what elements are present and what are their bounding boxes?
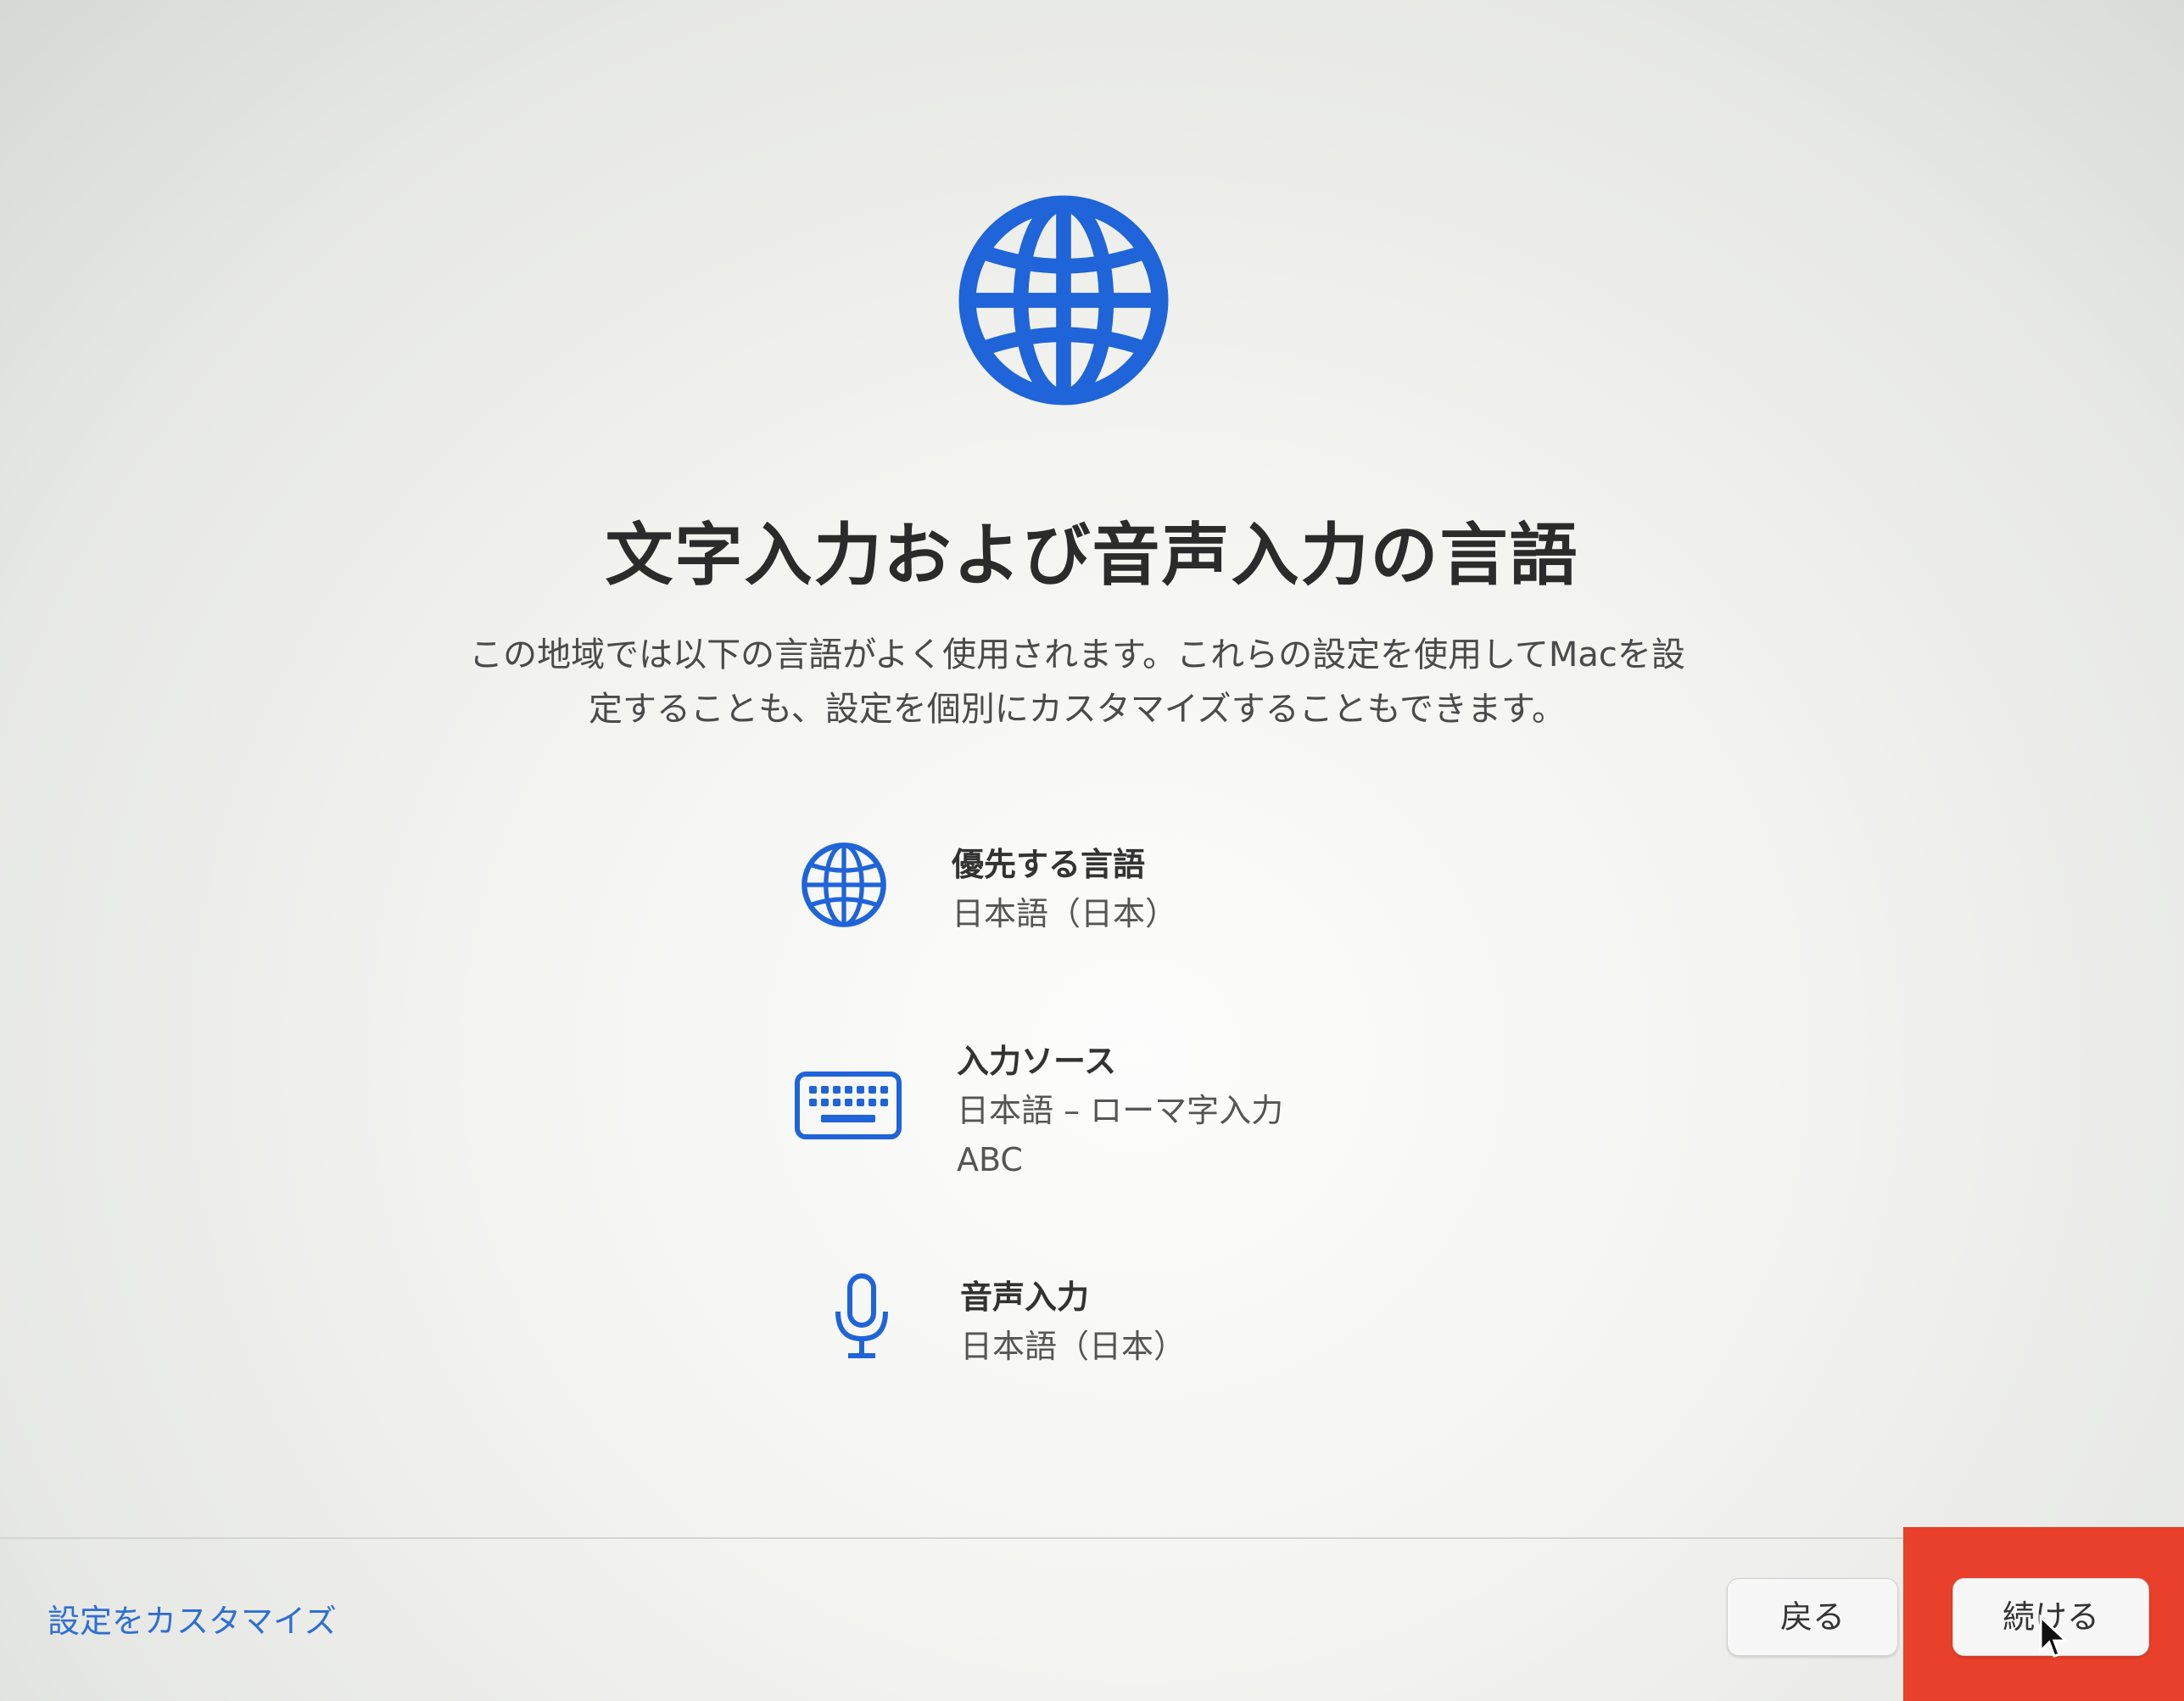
page-description: この地域では以下の言語がよく使用されます。これらの設定を使用してMacを設 定す… [424, 628, 1730, 736]
globe-icon [958, 195, 1169, 406]
mouse-cursor-icon [2039, 1614, 2069, 1658]
setting-text: 入力ソース 日本語 – ローマ字入力 ABC [957, 1037, 1283, 1184]
setting-label: 入力ソース [957, 1043, 1117, 1080]
description-line-2: 定することも、設定を個別にカスタマイズすることもできます。 [589, 690, 1566, 729]
setting-value: 日本語 – ローマ字入力 [957, 1092, 1284, 1129]
microphone-icon [835, 1273, 888, 1358]
globe-icon [802, 842, 886, 927]
setting-value: 日本語（日本） [952, 895, 1178, 932]
setting-label: 優先する言語 [952, 846, 1146, 883]
footer-divider [0, 1537, 2184, 1539]
setting-text: 優先する言語 日本語（日本） [952, 840, 1177, 938]
setting-value: 日本語（日本） [960, 1328, 1187, 1365]
back-button[interactable]: 戻る [1727, 1578, 1898, 1656]
customize-settings-link[interactable]: 設定をカスタマイズ [47, 1595, 337, 1642]
description-line-1: この地域では以下の言語がよく使用されます。これらの設定を使用してMacを設 [469, 635, 1685, 674]
keyboard-icon [795, 1072, 902, 1139]
page-title: 文字入力および音声入力の言語 [605, 516, 1579, 595]
setup-assistant-screen: 文字入力および音声入力の言語 この地域では以下の言語がよく使用されます。これらの… [0, 0, 2184, 1701]
setting-text: 音声入力 日本語（日本） [960, 1273, 1186, 1371]
setting-label: 音声入力 [960, 1279, 1090, 1316]
setting-value: ABC [957, 1141, 1023, 1178]
